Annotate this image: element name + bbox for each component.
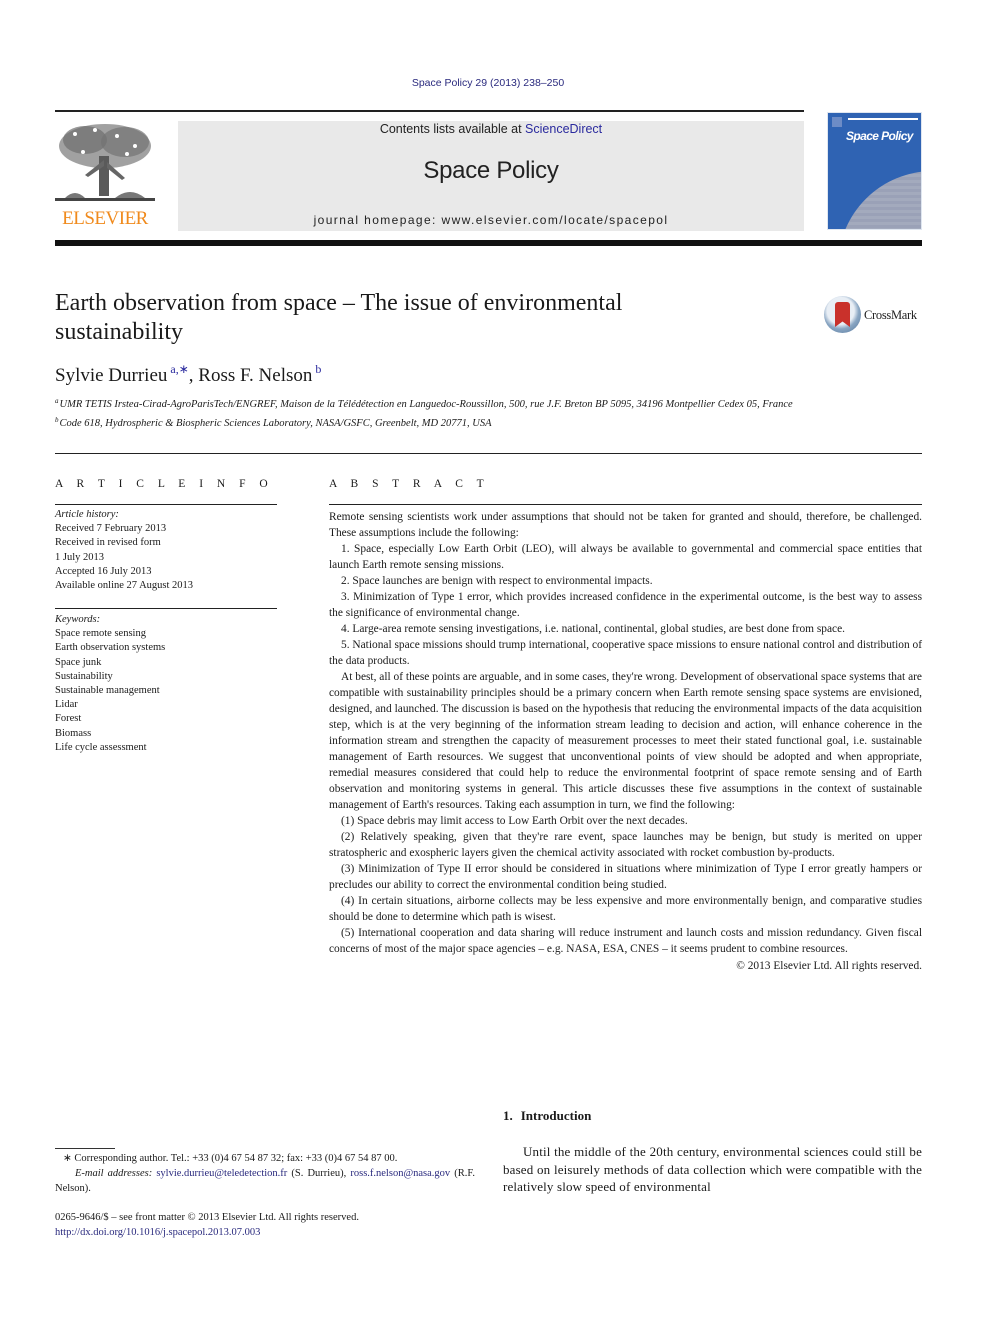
author-name[interactable]: Ross F. Nelson [198,365,312,386]
abstract-paragraph: (4) In certain situations, airborne coll… [329,895,922,923]
author-affiliation-marks[interactable]: a,∗ [170,362,188,376]
article-history: Article history: Received 7 February 201… [55,508,277,593]
keyword-item: Life cycle assessment [55,741,147,753]
cover-publisher-icon [832,117,842,127]
footnotes: ∗ Corresponding author. Tel.: +33 (0)4 6… [55,1151,475,1196]
elsevier-wordmark: ELSEVIER [62,208,148,229]
keyword-item: Biomass [55,727,92,739]
history-item: Available online 27 August 2013 [55,580,194,592]
front-matter: 0265-9646/$ – see front matter © 2013 El… [55,1211,485,1240]
journal-citation-link[interactable]: Space Policy 29 (2013) 238–250 [0,77,976,89]
abstract-paragraph: (3) Minimization of Type II error should… [329,863,922,891]
affiliation-text: Code 618, Hydrospheric & Biospheric Scie… [59,417,492,429]
affiliation-item: bCode 618, Hydrospheric & Biospheric Sci… [55,413,815,432]
keyword-item: Space remote sensing [55,628,146,640]
contents-line: Contents lists available at ScienceDirec… [178,122,804,136]
keyword-item: Forest [55,713,82,725]
journal-header-box: Contents lists available at ScienceDirec… [178,121,804,231]
keywords-rule [55,608,277,609]
history-item: Accepted 16 July 2013 [55,565,152,577]
journal-name: Space Policy [423,157,559,184]
abstract-heading: A B S T R A C T [329,478,490,490]
section-divider [55,453,922,454]
header-rule [55,110,804,112]
history-item: Received 7 February 2013 [55,523,167,535]
abstract-paragraph: 4. Large-area remote sensing investigati… [341,623,845,635]
section-number: 1. [503,1108,513,1123]
cover-bar [848,118,918,120]
journal-cover-image[interactable]: Space Policy [827,112,922,230]
footnote-rule [55,1148,115,1149]
author-list: Sylvie Durrieu a,∗, Ross F. Nelson b [55,362,321,387]
email-link-durrieu[interactable]: sylvie.durrieu@teledetection.fr [156,1168,287,1179]
author-affiliation-marks[interactable]: b [315,362,321,376]
sciencedirect-link[interactable]: ScienceDirect [525,122,602,136]
section-title: Introduction [520,1108,592,1123]
abstract-paragraph: (5) International cooperation and data s… [329,927,922,955]
history-item: Received in revised form [55,537,161,549]
crossmark-label: CrossMark [864,308,917,322]
abstract-paragraph: (1) Space debris may limit access to Low… [341,815,688,827]
doi-link[interactable]: http://dx.doi.org/10.1016/j.spacepol.201… [55,1227,260,1238]
cover-title: Space Policy [846,129,913,143]
header-thick-rule [55,240,922,246]
issn-line: 0265-9646/$ – see front matter © 2013 El… [55,1212,359,1223]
affiliations: aUMR TETIS Irstea-Cirad-AgroParisTech/EN… [55,394,815,431]
cover-arc-graphic [838,171,921,229]
article-history-heading: Article history: [55,509,119,520]
author-separator: , [188,365,199,386]
journal-homepage-link[interactable]: journal homepage: www.elsevier.com/locat… [178,213,804,227]
abstract-paragraph: Remote sensing scientists work under ass… [329,511,922,539]
abstract-paragraph: At best, all of these points are arguabl… [329,671,922,811]
elsevier-logo[interactable]: ELSEVIER [53,118,157,230]
article-title: Earth observation from space – The issue… [55,290,623,345]
abstract-paragraph: 1. Space, especially Low Earth Orbit (LE… [329,543,922,571]
abstract-paragraph: 3. Minimization of Type 1 error, which p… [329,591,922,619]
abstract-paragraph: 2. Space launches are benign with respec… [341,575,653,587]
keywords-heading: Keywords: [55,614,101,625]
keyword-item: Sustainable management [55,685,160,697]
email-label: E-mail addresses: [75,1168,153,1179]
email-note: E-mail addresses: sylvie.durrieu@teledet… [55,1166,475,1196]
article-info-rule [55,504,277,505]
affiliation-item: aUMR TETIS Irstea-Cirad-AgroParisTech/EN… [55,394,815,413]
affiliation-mark: a [55,397,59,405]
author-name[interactable]: Sylvie Durrieu [55,365,167,386]
email-link-nelson[interactable]: ross.f.nelson@nasa.gov [350,1168,450,1179]
corresponding-author-note: ∗ Corresponding author. Tel.: +33 (0)4 6… [63,1153,398,1164]
crossmark-button[interactable]: CrossMark [824,296,924,336]
abstract-paragraph: 5. National space missions should trump … [329,639,922,667]
abstract-body: Remote sensing scientists work under ass… [329,509,922,974]
contents-prefix: Contents lists available at [379,122,526,136]
keyword-item: Space junk [55,656,102,668]
affiliation-mark: b [55,415,59,424]
keywords: Keywords: Space remote sensing Earth obs… [55,613,277,755]
elsevier-tree-icon [55,124,155,201]
affiliation-text: UMR TETIS Irstea-Cirad-AgroParisTech/ENG… [59,399,793,410]
abstract-copyright: © 2013 Elsevier Ltd. All rights reserved… [736,960,922,972]
keyword-item: Sustainability [55,670,113,682]
introduction-paragraph: Until the middle of the 20th century, en… [503,1144,922,1195]
introduction-heading: 1. Introduction [503,1108,591,1124]
history-item: 1 July 2013 [55,551,105,563]
email-owner-durrieu: (S. Durrieu), [287,1168,351,1179]
abstract-rule [329,504,922,505]
article-info-heading: A R T I C L E I N F O [55,478,274,490]
abstract-paragraph: (2) Relatively speaking, given that they… [329,831,922,859]
keyword-item: Lidar [55,699,78,711]
keyword-item: Earth observation systems [55,642,166,654]
